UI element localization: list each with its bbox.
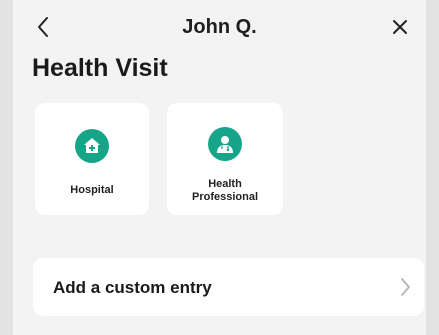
header-title: John Q.	[182, 16, 257, 38]
custom-entry-label: Add a custom entry	[53, 278, 212, 297]
health-professional-label-line2: Professional	[191, 191, 259, 203]
close-button[interactable]	[386, 12, 414, 42]
hospital-card-label: Hospital	[70, 184, 114, 196]
hospital-icon	[75, 129, 109, 163]
page-title: Health Visit	[32, 54, 168, 82]
health-professional-label-line1: Health	[208, 178, 242, 190]
health-professional-card[interactable]: Health Professional	[167, 103, 283, 215]
health-visit-screen: John Q. Health Visit Hospital Health Pro…	[13, 0, 426, 335]
close-icon	[393, 20, 407, 34]
health-professional-card-label: Health Professional	[167, 178, 283, 204]
add-custom-entry-button[interactable]: Add a custom entry	[33, 258, 424, 316]
hospital-card[interactable]: Hospital	[35, 103, 149, 215]
doctor-icon	[208, 127, 242, 161]
chevron-right-icon	[401, 278, 410, 296]
header: John Q.	[13, 0, 426, 56]
